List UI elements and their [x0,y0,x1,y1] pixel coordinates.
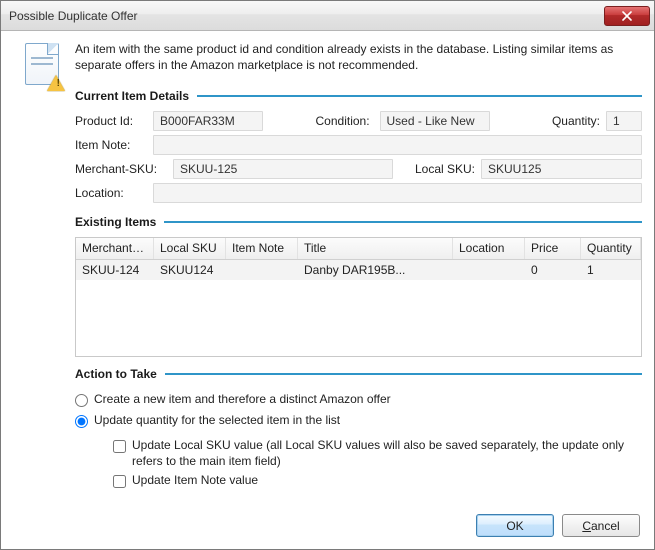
cell-title: Danby DAR195B... [298,260,453,280]
close-button[interactable] [604,6,650,26]
check-update-local-sku[interactable]: Update Local SKU value (all Local SKU va… [113,438,642,469]
section-divider [197,95,642,97]
radio-create-new-input[interactable] [75,394,88,407]
radio-update-qty-label: Update quantity for the selected item in… [94,413,340,427]
field-condition: Used - Like New [380,111,490,131]
intro-text: An item with the same product id and con… [75,41,642,73]
section-current-item-label: Current Item Details [75,89,189,103]
main-column: An item with the same product id and con… [75,41,642,539]
section-action-label: Action to Take [75,367,157,381]
table-row[interactable]: SKUU-124 SKUU124 Danby DAR195B... 0 1 [76,260,641,280]
section-existing-items-label: Existing Items [75,215,156,229]
col-item-note[interactable]: Item Note [226,238,298,259]
cell-item-note [226,267,298,273]
window-title: Possible Duplicate Offer [9,9,138,23]
col-merchant-sku[interactable]: Merchant-SKU [76,238,154,259]
cell-quantity: 1 [581,260,641,280]
cell-location [453,267,525,273]
field-local-sku: SKUU125 [481,159,642,179]
check-update-item-note-input[interactable] [113,475,126,488]
document-warning-icon: ! [25,43,59,85]
close-icon [622,11,632,21]
radio-update-qty-input[interactable] [75,415,88,428]
title-bar: Possible Duplicate Offer [1,1,654,31]
table-header: Merchant-SKU Local SKU Item Note Title L… [76,238,641,260]
current-item-form: Product Id: B000FAR33M Condition: Used -… [75,111,642,203]
label-product-id: Product Id: [75,114,147,128]
table-body[interactable]: SKUU-124 SKUU124 Danby DAR195B... 0 1 [76,260,641,356]
label-local-sku: Local SKU: [411,162,475,176]
radio-create-new-label: Create a new item and therefore a distin… [94,392,391,406]
field-quantity: 1 [606,111,642,131]
section-current-item: Current Item Details [75,89,642,103]
label-item-note: Item Note: [75,138,147,152]
radio-create-new[interactable]: Create a new item and therefore a distin… [75,392,642,407]
col-title[interactable]: Title [298,238,453,259]
cancel-button[interactable]: Cancel [562,514,640,537]
cell-price: 0 [525,260,581,280]
cell-merchant-sku: SKUU-124 [76,260,154,280]
section-divider [165,373,642,375]
field-product-id: B000FAR33M [153,111,263,131]
label-quantity: Quantity: [542,114,600,128]
dialog-buttons: OK Cancel [476,514,640,537]
ok-button[interactable]: OK [476,514,554,537]
cancel-button-label: Cancel [582,519,619,533]
cell-local-sku: SKUU124 [154,260,226,280]
check-update-local-sku-label: Update Local SKU value (all Local SKU va… [132,438,642,469]
existing-items-table: Merchant-SKU Local SKU Item Note Title L… [75,237,642,357]
field-item-note [153,135,642,155]
col-price[interactable]: Price [525,238,581,259]
section-existing-items: Existing Items [75,215,642,229]
check-update-item-note[interactable]: Update Item Note value [113,473,642,489]
section-divider [164,221,642,223]
section-action: Action to Take [75,367,642,381]
label-condition: Condition: [316,114,374,128]
col-quantity[interactable]: Quantity [581,238,641,259]
field-location [153,183,642,203]
check-update-local-sku-input[interactable] [113,440,126,453]
col-local-sku[interactable]: Local SKU [154,238,226,259]
update-sub-options: Update Local SKU value (all Local SKU va… [113,435,642,491]
field-merchant-sku: SKUU-125 [173,159,393,179]
icon-column: ! [13,41,75,539]
check-update-item-note-label: Update Item Note value [132,473,258,489]
col-location[interactable]: Location [453,238,525,259]
label-merchant-sku: Merchant-SKU: [75,162,167,176]
ok-button-label: OK [506,519,523,533]
radio-update-qty[interactable]: Update quantity for the selected item in… [75,413,642,428]
label-location: Location: [75,186,147,200]
dialog-content: ! An item with the same product id and c… [1,31,654,549]
